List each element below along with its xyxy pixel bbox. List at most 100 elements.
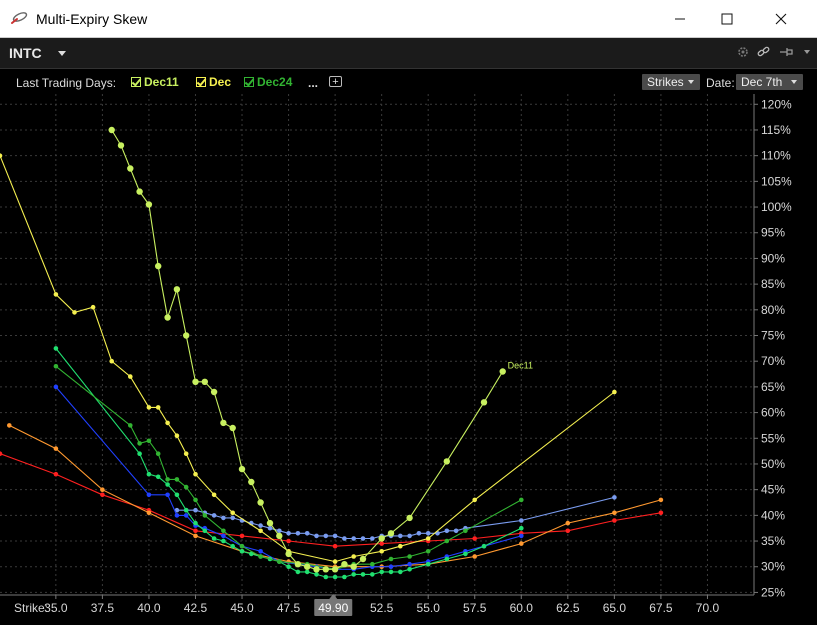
series-point-dec24[interactable] xyxy=(137,441,142,446)
series-point-dec24[interactable] xyxy=(221,528,226,534)
series-point-dec11[interactable] xyxy=(210,388,218,396)
series-point-dec11[interactable] xyxy=(266,519,274,527)
series-point-dec24[interactable] xyxy=(370,561,375,567)
series-point-periwinkle[interactable] xyxy=(267,525,273,531)
series-point-mint[interactable] xyxy=(239,549,245,554)
series-point-orange[interactable] xyxy=(53,446,59,451)
series-point-dec11[interactable] xyxy=(248,478,255,486)
series-point-red[interactable] xyxy=(658,510,664,516)
series-point-dec11[interactable] xyxy=(359,555,367,563)
series-point-dec[interactable] xyxy=(53,292,59,297)
series-point-dec[interactable] xyxy=(183,451,189,457)
series-point-dec11[interactable] xyxy=(117,142,125,149)
series-point-dec[interactable] xyxy=(332,559,338,564)
series-point-red[interactable] xyxy=(612,518,617,523)
series-point-dec11[interactable] xyxy=(387,530,395,537)
series-point-periwinkle[interactable] xyxy=(398,533,403,539)
series-point-dec[interactable] xyxy=(146,405,152,410)
series-point-dec11[interactable] xyxy=(499,368,506,375)
series-point-dec24[interactable] xyxy=(53,364,59,369)
series-point-mint[interactable] xyxy=(351,572,357,577)
series-point-mint[interactable] xyxy=(183,507,189,513)
chevron-down-icon[interactable] xyxy=(803,48,811,56)
series-point-periwinkle[interactable] xyxy=(342,536,347,541)
series-point-dec[interactable] xyxy=(258,528,263,534)
maximize-button[interactable] xyxy=(704,0,750,37)
series-point-mint[interactable] xyxy=(332,574,338,580)
minimize-button[interactable] xyxy=(657,0,703,37)
series-point-periwinkle[interactable] xyxy=(360,536,366,541)
series-point-red[interactable] xyxy=(565,528,571,534)
series-point-dec11[interactable] xyxy=(201,378,208,385)
series-point-mint[interactable] xyxy=(146,471,152,477)
series-point-dec11[interactable] xyxy=(294,561,302,568)
series-point-dec24[interactable] xyxy=(519,497,524,503)
series-point-blue[interactable] xyxy=(388,564,394,569)
series-point-blue[interactable] xyxy=(258,549,263,554)
series-point-dec[interactable] xyxy=(155,405,161,410)
series-point-periwinkle[interactable] xyxy=(444,528,450,534)
pin-icon[interactable] xyxy=(779,46,795,58)
series-point-dec24[interactable] xyxy=(425,549,431,554)
series-point-dec11[interactable] xyxy=(276,532,283,540)
series-point-mint[interactable] xyxy=(174,492,180,498)
series-point-mint[interactable] xyxy=(388,569,394,575)
series-point-periwinkle[interactable] xyxy=(351,536,357,541)
series-point-dec[interactable] xyxy=(90,304,96,310)
series-point-orange[interactable] xyxy=(100,487,105,493)
series-point-periwinkle[interactable] xyxy=(221,515,226,521)
series-point-red[interactable] xyxy=(379,541,385,546)
series-point-dec[interactable] xyxy=(174,433,180,439)
series-point-mint[interactable] xyxy=(407,567,412,572)
series-point-blue[interactable] xyxy=(174,513,180,518)
series-point-dec24[interactable] xyxy=(193,497,198,503)
series-point-orange[interactable] xyxy=(519,541,524,546)
series-point-dec24[interactable] xyxy=(202,513,208,518)
series-point-dec11[interactable] xyxy=(378,535,385,542)
series-point-mint[interactable] xyxy=(360,572,366,577)
series-point-dec11[interactable] xyxy=(183,332,190,339)
series-point-mint[interactable] xyxy=(425,561,431,567)
series-point-mint[interactable] xyxy=(202,528,208,534)
series-point-dec11[interactable] xyxy=(313,566,320,573)
series-point-periwinkle[interactable] xyxy=(453,528,459,534)
series-point-dec11[interactable] xyxy=(443,458,450,465)
series-point-periwinkle[interactable] xyxy=(370,536,375,541)
series-point-mint[interactable] xyxy=(304,569,310,575)
series-point-dec[interactable] xyxy=(379,549,385,554)
series-point-dec24[interactable] xyxy=(463,528,468,534)
add-expiry-button[interactable]: + xyxy=(329,76,342,88)
ticker-dropdown-icon[interactable] xyxy=(58,51,66,56)
series-point-dec11[interactable] xyxy=(331,566,339,573)
series-point-mint[interactable] xyxy=(211,536,217,541)
series-point-orange[interactable] xyxy=(472,554,478,559)
series-point-blue[interactable] xyxy=(146,492,152,498)
strikes-dropdown[interactable]: Strikes xyxy=(642,74,700,90)
series-point-mint[interactable] xyxy=(481,543,487,549)
series-point-mint[interactable] xyxy=(286,564,291,569)
series-point-mint[interactable] xyxy=(323,574,329,580)
series-point-periwinkle[interactable] xyxy=(304,531,310,536)
series-point-mint[interactable] xyxy=(342,574,347,580)
series-point-mint[interactable] xyxy=(155,474,161,480)
series-point-dec11[interactable] xyxy=(155,262,162,270)
series-point-mint[interactable] xyxy=(137,451,142,457)
series-point-orange[interactable] xyxy=(658,497,664,503)
series-point-blue[interactable] xyxy=(183,513,189,518)
series-point-dec24[interactable] xyxy=(165,477,170,482)
series-point-mint[interactable] xyxy=(165,482,170,487)
gear-icon[interactable] xyxy=(737,46,749,58)
series-point-periwinkle[interactable] xyxy=(277,528,282,534)
series-point-periwinkle[interactable] xyxy=(230,515,235,521)
series-point-dec11[interactable] xyxy=(173,286,181,293)
series-point-mint[interactable] xyxy=(463,551,468,557)
series-point-dec[interactable] xyxy=(109,358,114,364)
series-point-periwinkle[interactable] xyxy=(286,531,291,536)
expiry-toggle-dec11[interactable]: Dec11 xyxy=(131,75,179,89)
series-point-orange[interactable] xyxy=(146,510,152,516)
series-point-orange[interactable] xyxy=(565,520,571,526)
series-point-red[interactable] xyxy=(100,492,105,498)
series-point-dec11[interactable] xyxy=(220,419,227,427)
series-point-dec[interactable] xyxy=(211,492,217,498)
series-point-dec[interactable] xyxy=(425,536,431,541)
